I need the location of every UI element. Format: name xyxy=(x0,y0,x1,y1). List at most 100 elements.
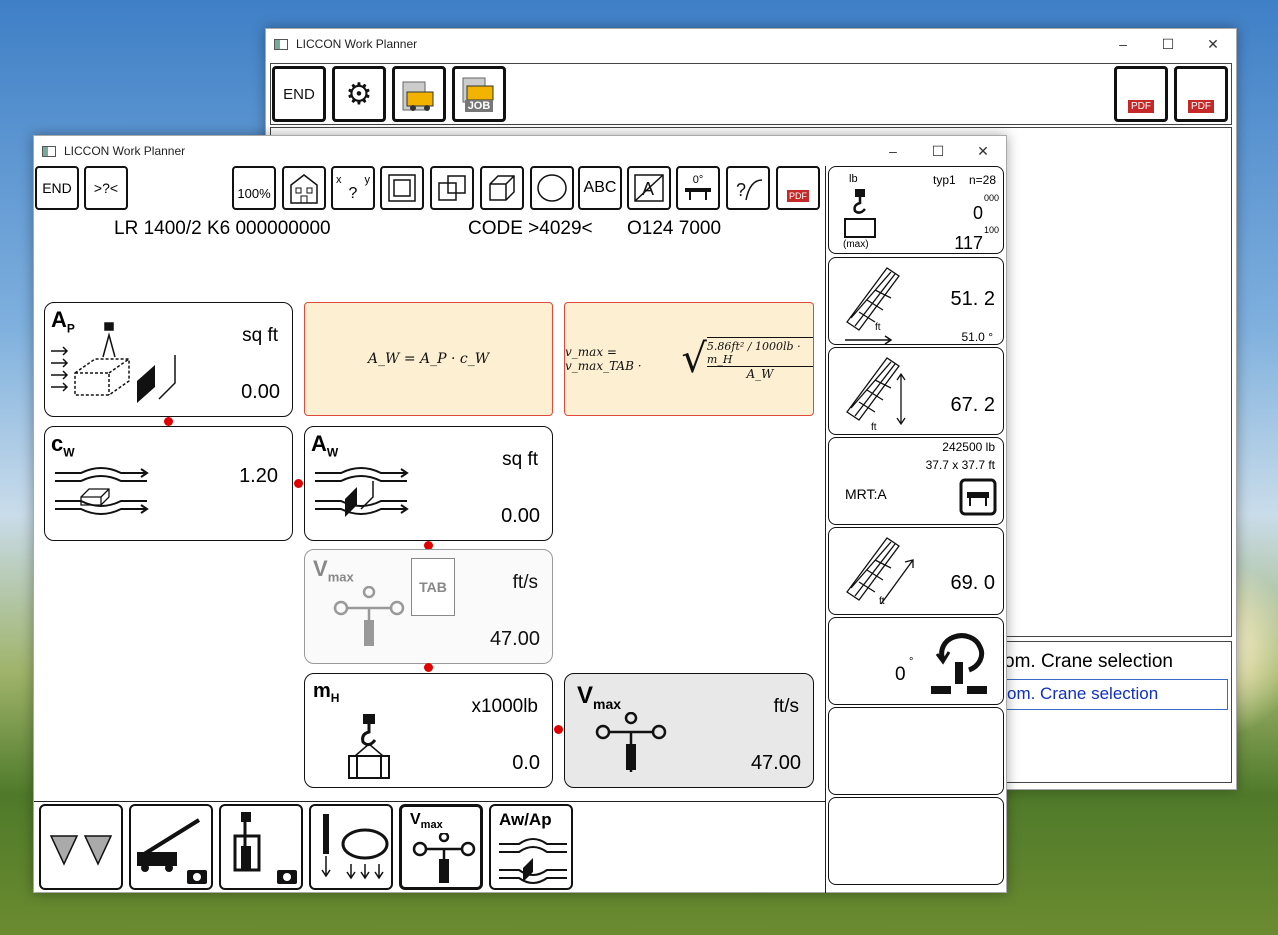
pdf-button[interactable]: PDF xyxy=(776,166,820,210)
boom-length-icon: ft xyxy=(846,357,906,433)
boom-angle-panel[interactable]: ft 51. 2 51.0 ° xyxy=(828,257,1004,345)
area-ratio-button[interactable]: Aw/Ap xyxy=(489,804,573,890)
ground-pressure-icon xyxy=(321,814,389,880)
wind-on-load-icon xyxy=(51,322,176,403)
ap-unit: sq ft xyxy=(242,325,278,346)
empty-panel-2[interactable] xyxy=(828,797,1004,885)
double-chevron-down-icon xyxy=(49,835,113,866)
vmax-formula-numerator: 5.86ft² / 1000lb · m_H xyxy=(706,340,813,367)
annotate-icon: A xyxy=(634,174,664,202)
mh-label: mH xyxy=(313,680,340,705)
minimize-button[interactable]: – xyxy=(1100,29,1146,59)
frame-button[interactable] xyxy=(380,166,424,210)
max-label: (max) xyxy=(843,239,869,250)
vmax-tab-unit: ft/s xyxy=(512,572,538,593)
crane-model: LR 1400/2 K6 000000000 xyxy=(114,218,331,239)
radius-value: 69. 0 xyxy=(950,572,995,594)
coordinate-query-button[interactable]: x y ? xyxy=(331,166,375,210)
ellipse-button[interactable] xyxy=(530,166,574,210)
vmax-formula: v_max = v_max_TAB · √ 5.86ft² / 1000lb ·… xyxy=(564,302,814,416)
load-value: 0 xyxy=(972,203,983,223)
vmax-result-card[interactable]: Vmax ft/s 47.00 xyxy=(564,673,814,788)
table-document-icon: TAB xyxy=(411,558,455,616)
end-button[interactable]: END xyxy=(35,166,79,210)
svg-text:ft: ft xyxy=(875,322,881,333)
counterweight-panel[interactable]: 242500 lb 37.7 x 37.7 ft MRT:A xyxy=(828,437,1004,525)
annotate-button[interactable]: A xyxy=(627,166,671,210)
crane-project-button[interactable] xyxy=(392,66,446,122)
load-max-sup: 100 xyxy=(983,225,999,235)
empty-panel-1[interactable] xyxy=(828,707,1004,795)
crane-photo-button[interactable] xyxy=(129,804,213,890)
vmax-fraction: 5.86ft² / 1000lb · m_H A_W xyxy=(706,337,813,381)
mh-unit: x1000lb xyxy=(471,696,538,717)
crane-base-icon xyxy=(959,478,997,516)
curve-button[interactable]: ? xyxy=(726,166,770,210)
job-button[interactable]: JOB xyxy=(452,66,506,122)
query-label: >?< xyxy=(93,180,119,196)
crane-truck-icon xyxy=(402,81,434,111)
connector-dot xyxy=(164,417,173,426)
close-button[interactable]: ✕ xyxy=(1190,29,1236,59)
connector-dot xyxy=(554,725,563,734)
ground-pressure-button[interactable] xyxy=(309,804,393,890)
radius-panel[interactable]: ft 69. 0 xyxy=(828,527,1004,615)
counterweight-weight: 242500 lb xyxy=(942,440,995,454)
cw-label: cW xyxy=(51,431,75,460)
list-heading: om. Crane selection xyxy=(1004,651,1173,672)
load-value-sup: 000 xyxy=(983,193,999,203)
anemometer-icon xyxy=(333,586,405,646)
vmax-formula-lhs: v_max = v_max_TAB · xyxy=(565,345,642,373)
projected-area-card[interactable]: AP sq ft 0.00 xyxy=(44,302,293,417)
maximize-button[interactable]: ☐ xyxy=(915,136,961,166)
vmax-tab-label: Vmax xyxy=(313,556,354,585)
text-label: ABC xyxy=(583,179,617,196)
maximize-button[interactable]: ☐ xyxy=(1145,29,1191,59)
mrt-label: MRT:A xyxy=(845,486,887,502)
pdf-manual-button[interactable]: PDF xyxy=(1174,66,1228,122)
scroll-down-button[interactable] xyxy=(39,804,123,890)
crane-number: O124 7000 xyxy=(627,218,722,239)
hook-load-icon xyxy=(348,714,390,779)
connector-dot xyxy=(424,663,433,672)
aw-formula: A_W = A_P · c_W xyxy=(304,302,553,416)
text-button[interactable]: ABC xyxy=(578,166,622,210)
pdf-export-button[interactable]: PDF xyxy=(1114,66,1168,122)
boom-angle-icon: ft xyxy=(845,267,900,344)
end-button[interactable]: END xyxy=(272,66,326,122)
slew-degree: ° xyxy=(909,656,914,668)
app-icon xyxy=(42,145,56,157)
pdf-book-icon: PDF xyxy=(1188,100,1214,113)
load-panel[interactable]: lb typ1 n=28 0 000 (max) 117 100 xyxy=(828,166,1004,254)
svg-text:?: ? xyxy=(736,180,746,200)
vmax-tool-label: Vmax xyxy=(410,811,443,832)
settings-button[interactable]: ⚙ xyxy=(332,66,386,122)
load-count: n=28 xyxy=(969,173,997,187)
building-button[interactable] xyxy=(282,166,326,210)
mh-value: 0.0 xyxy=(512,752,540,774)
radius-icon: ft xyxy=(846,537,914,607)
boom-length-panel[interactable]: ft 67. 2 xyxy=(828,347,1004,435)
box-button[interactable] xyxy=(480,166,524,210)
angle-button[interactable]: 0° xyxy=(676,166,720,210)
airflow-box-icon xyxy=(55,467,149,515)
curve-icon: ? xyxy=(736,179,763,201)
hook-load-icon xyxy=(844,189,876,238)
overlap-button[interactable] xyxy=(430,166,474,210)
zoom-button[interactable]: 100% xyxy=(232,166,276,210)
query-button[interactable]: >?< xyxy=(84,166,128,210)
drag-coefficient-card[interactable]: cW 1.20 xyxy=(44,426,293,541)
vmax-table-card[interactable]: Vmax TAB ft/s 47.00 xyxy=(304,549,553,664)
tab-label: TAB xyxy=(419,579,447,595)
wind-area-card[interactable]: AW sq ft 0.00 xyxy=(304,426,553,541)
slew-panel[interactable]: 0 ° xyxy=(828,617,1004,705)
tower-photo-button[interactable] xyxy=(219,804,303,890)
vmax-tool-button[interactable]: Vmax xyxy=(399,804,483,890)
close-button[interactable]: ✕ xyxy=(960,136,1006,166)
question-label: ? xyxy=(348,184,358,202)
level-icon xyxy=(685,188,711,200)
minimize-button[interactable]: – xyxy=(870,136,916,166)
building-icon xyxy=(290,174,318,204)
hook-load-card[interactable]: mH x1000lb 0.0 xyxy=(304,673,553,788)
list-item-selected[interactable]: om. Crane selection xyxy=(1004,679,1228,710)
